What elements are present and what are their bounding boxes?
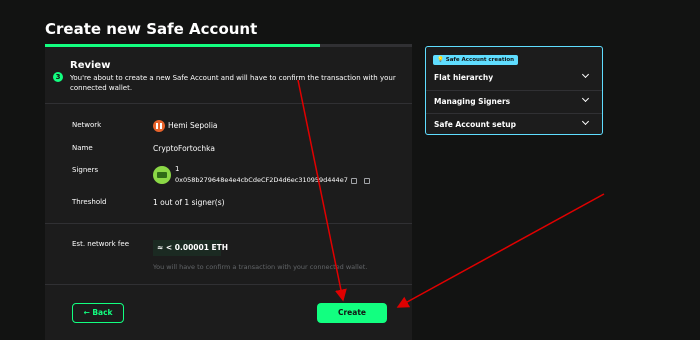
signer-count: 1	[175, 165, 180, 173]
chevron-down-icon	[581, 70, 590, 79]
step-description: You're about to create a new Safe Accoun…	[70, 74, 396, 92]
accordion-label: Managing Signers	[434, 97, 511, 106]
accordion-managing-signers[interactable]: Managing Signers	[426, 91, 602, 114]
divider	[45, 103, 412, 104]
network-logo-icon	[153, 120, 165, 132]
page-title: Create new Safe Account	[45, 20, 258, 38]
fee-note: You will have to confirm a transaction w…	[153, 263, 368, 271]
identicon-avatar	[153, 166, 171, 184]
create-button[interactable]: Create	[317, 303, 387, 323]
step-title: Review	[70, 60, 111, 71]
help-badge: 💡 Safe Account creation	[433, 55, 519, 65]
step-number-badge: 3	[53, 72, 63, 82]
external-link-icon[interactable]	[364, 178, 370, 184]
chevron-down-icon	[581, 94, 590, 103]
progress-bar	[45, 44, 412, 47]
threshold-value: 1 out of 1 signer(s)	[153, 198, 225, 207]
copy-icon[interactable]	[351, 178, 357, 184]
help-panel: 💡 Safe Account creation Flat hierarchy M…	[425, 46, 603, 135]
accordion-flat-hierarchy[interactable]: Flat hierarchy	[426, 67, 602, 90]
accordion-label: Safe Account setup	[434, 120, 516, 129]
network-fee-label: Est. network fee	[72, 240, 129, 248]
network-fee-value: ≈ < 0.00001 ETH	[153, 240, 228, 256]
network-label: Network	[72, 121, 102, 129]
signer-address[interactable]: 0x058b279648e4e4cbCdeCF2D4d6ec310959d444…	[175, 176, 348, 184]
divider	[45, 284, 412, 285]
annotation-arrow	[396, 193, 605, 308]
name-value: CryptoFortochka	[153, 144, 215, 153]
chevron-down-icon	[581, 117, 590, 126]
signers-label: Signers	[72, 166, 99, 174]
divider	[45, 223, 412, 224]
name-label: Name	[72, 144, 93, 152]
accordion-label: Flat hierarchy	[434, 73, 494, 82]
network-value: Hemi Sepolia	[168, 121, 218, 130]
threshold-label: Threshold	[72, 198, 107, 206]
back-button[interactable]: ← Back	[72, 303, 124, 323]
review-card: 3 Review You're about to create a new Sa…	[45, 44, 412, 340]
accordion-safe-account-setup[interactable]: Safe Account setup	[426, 114, 602, 137]
progress-bar-fill	[45, 44, 321, 47]
